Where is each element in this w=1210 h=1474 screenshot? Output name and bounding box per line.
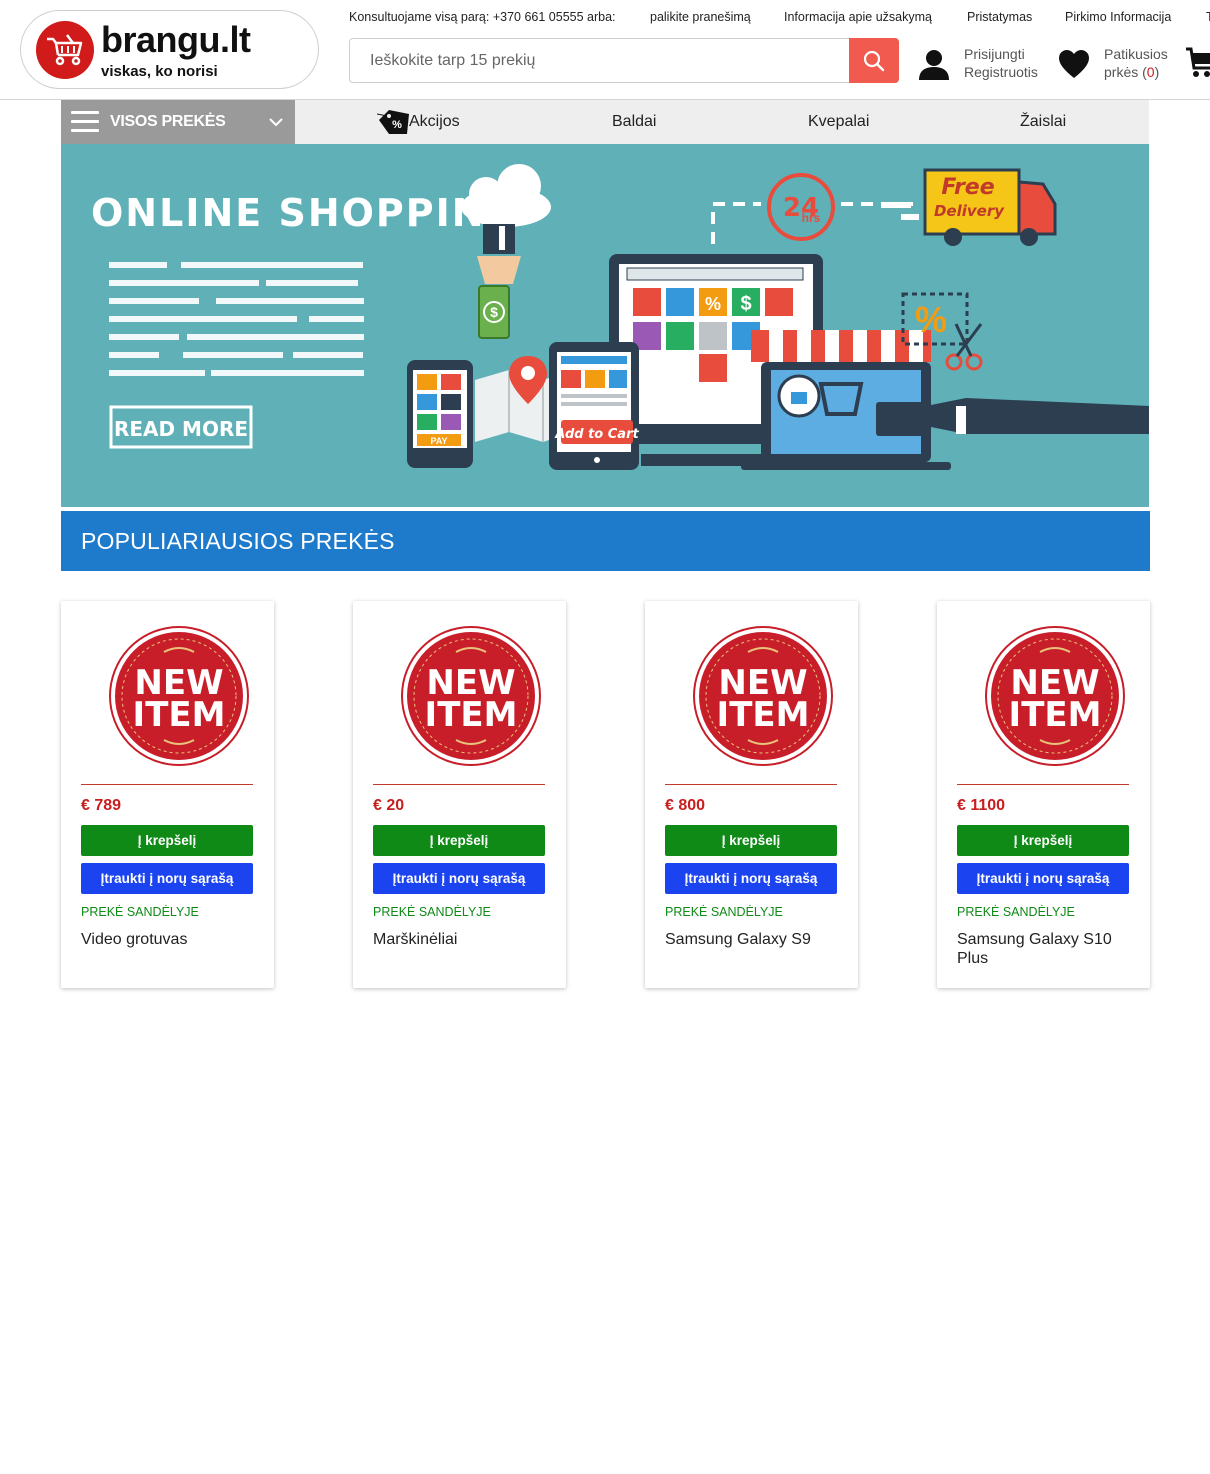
add-to-wishlist-button[interactable]: Įtraukti į norų sąrašą (957, 863, 1129, 894)
new-item-badge-icon[interactable]: NEW ITEM (693, 626, 833, 766)
menu-icon (71, 111, 99, 133)
more-link[interactable]: T (1206, 10, 1210, 24)
svg-text:%: % (392, 119, 402, 131)
product-price: € 800 (665, 797, 706, 814)
wishlist-label: Patikusios (1104, 46, 1168, 62)
svg-text:PAY: PAY (430, 436, 447, 446)
stock-status: PREKĖ SANDĖLYJE (373, 905, 491, 919)
account-menu[interactable]: Prisijungti Registruotis (918, 46, 1048, 86)
chevron-down-icon (269, 118, 283, 127)
nav-link-kvepalai[interactable]: Kvepalai (808, 113, 869, 131)
section-title: POPULIARIAUSIOS PREKĖS (81, 528, 395, 554)
online-shopping-illustration: ONLINE SHOPPING READ MORE $ 24 hrs Free … (91, 164, 1149, 470)
add-to-cart-button[interactable]: Į krepšelį (665, 825, 837, 856)
search-input[interactable] (349, 38, 849, 83)
brand-name: brangu.lt (101, 19, 251, 60)
svg-text:$: $ (490, 304, 498, 320)
site-header: brangu.lt viskas, ko norisi Konsultuojam… (0, 0, 1210, 100)
add-to-wishlist-button[interactable]: Įtraukti į norų sąrašą (665, 863, 837, 894)
heart-icon (1059, 50, 1089, 78)
card-divider (81, 784, 253, 785)
svg-text:%: % (705, 294, 721, 314)
cart-icon (1186, 47, 1210, 77)
card-divider (957, 784, 1129, 785)
product-name[interactable]: Samsung Galaxy S9 (665, 930, 840, 949)
wishlist-menu[interactable]: Patikusios prkės (0) (1058, 46, 1178, 86)
product-price: € 1100 (957, 797, 1006, 814)
add-to-wishlist-button[interactable]: Įtraukti į norų sąrašą (81, 863, 253, 894)
wishlist-count-label: prkės (0) (1104, 64, 1160, 80)
product-card: NEW ITEM € 1100 Į krepšelį Įtraukti į no… (937, 601, 1150, 988)
banner-add-to-cart: Add to Cart (554, 427, 639, 442)
search-button[interactable] (849, 38, 899, 83)
wishlist-count: 0 (1146, 64, 1155, 80)
product-card: NEW ITEM € 800 Į krepšelį Įtraukti į nor… (645, 601, 858, 988)
banner-title: ONLINE SHOPPING (91, 191, 519, 235)
add-to-cart-button[interactable]: Į krepšelį (373, 825, 545, 856)
all-products-label: VISOS PREKĖS (110, 113, 226, 130)
user-icon (919, 50, 949, 80)
login-link[interactable]: Prisijungti (964, 46, 1025, 62)
brand-tagline: viskas, ko norisi (101, 63, 218, 80)
product-name[interactable]: Samsung Galaxy S10 Plus (957, 930, 1132, 968)
order-info-link[interactable]: Informacija apie užsakymą (784, 10, 932, 24)
leave-message-link[interactable]: palikite pranešimą (650, 10, 751, 24)
svg-text:hrs: hrs (802, 211, 821, 225)
product-card: NEW ITEM € 789 Į krepšelį Įtraukti į nor… (61, 601, 274, 988)
cart-button[interactable] (1186, 46, 1210, 85)
badge-line-2: ITEM (133, 695, 226, 735)
consult-phone-text: Konsultuojame visą parą: +370 661 05555 … (349, 10, 616, 24)
card-divider (373, 784, 545, 785)
add-to-cart-button[interactable]: Į krepšelį (81, 825, 253, 856)
product-card: NEW ITEM € 20 Į krepšelį Įtraukti į norų… (353, 601, 566, 988)
svg-text:%: % (915, 299, 947, 340)
product-name[interactable]: Marškinėliai (373, 930, 548, 949)
nav-link-baldai[interactable]: Baldai (612, 113, 656, 131)
new-item-badge-icon[interactable]: NEW ITEM (985, 626, 1125, 766)
delivery-link[interactable]: Pristatymas (967, 10, 1032, 24)
svg-text:$: $ (740, 293, 751, 315)
search-icon (863, 50, 885, 71)
popular-products-header: POPULIARIAUSIOS PREKĖS (61, 511, 1150, 571)
hero-banner[interactable]: ONLINE SHOPPING READ MORE $ 24 hrs Free … (61, 144, 1149, 507)
nav-link-akcijos[interactable]: Akcijos (409, 113, 460, 131)
product-price: € 789 (81, 797, 122, 814)
stock-status: PREKĖ SANDĖLYJE (665, 905, 783, 919)
new-item-badge-icon[interactable]: NEW ITEM (401, 626, 541, 766)
new-item-badge-icon[interactable]: NEW ITEM (109, 626, 249, 766)
category-nav: VISOS PREKĖS % Akcijos Baldai Kvepalai Ž… (61, 100, 1149, 144)
search-bar (349, 38, 899, 83)
badge-line-2: ITEM (1009, 695, 1102, 735)
stock-status: PREKĖ SANDĖLYJE (81, 905, 199, 919)
shopping-basket-icon (36, 21, 94, 79)
svg-text:Free: Free (941, 175, 994, 200)
badge-line-2: ITEM (425, 695, 518, 735)
register-link[interactable]: Registruotis (964, 64, 1038, 80)
read-more-label: READ MORE (114, 417, 248, 441)
product-name[interactable]: Video grotuvas (81, 930, 256, 949)
add-to-cart-button[interactable]: Į krepšelį (957, 825, 1129, 856)
site-logo[interactable]: brangu.lt viskas, ko norisi (20, 10, 319, 89)
all-products-menu[interactable]: VISOS PREKĖS (61, 100, 295, 144)
stock-status: PREKĖ SANDĖLYJE (957, 905, 1075, 919)
discount-tag-icon: % (377, 110, 409, 134)
nav-link-zaislai[interactable]: Žaislai (1020, 113, 1066, 131)
card-divider (665, 784, 837, 785)
purchase-info-link[interactable]: Pirkimo Informacija (1065, 10, 1171, 24)
badge-line-2: ITEM (717, 695, 810, 735)
add-to-wishlist-button[interactable]: Įtraukti į norų sąrašą (373, 863, 545, 894)
product-price: € 20 (373, 797, 405, 814)
svg-text:Delivery: Delivery (934, 202, 1005, 220)
